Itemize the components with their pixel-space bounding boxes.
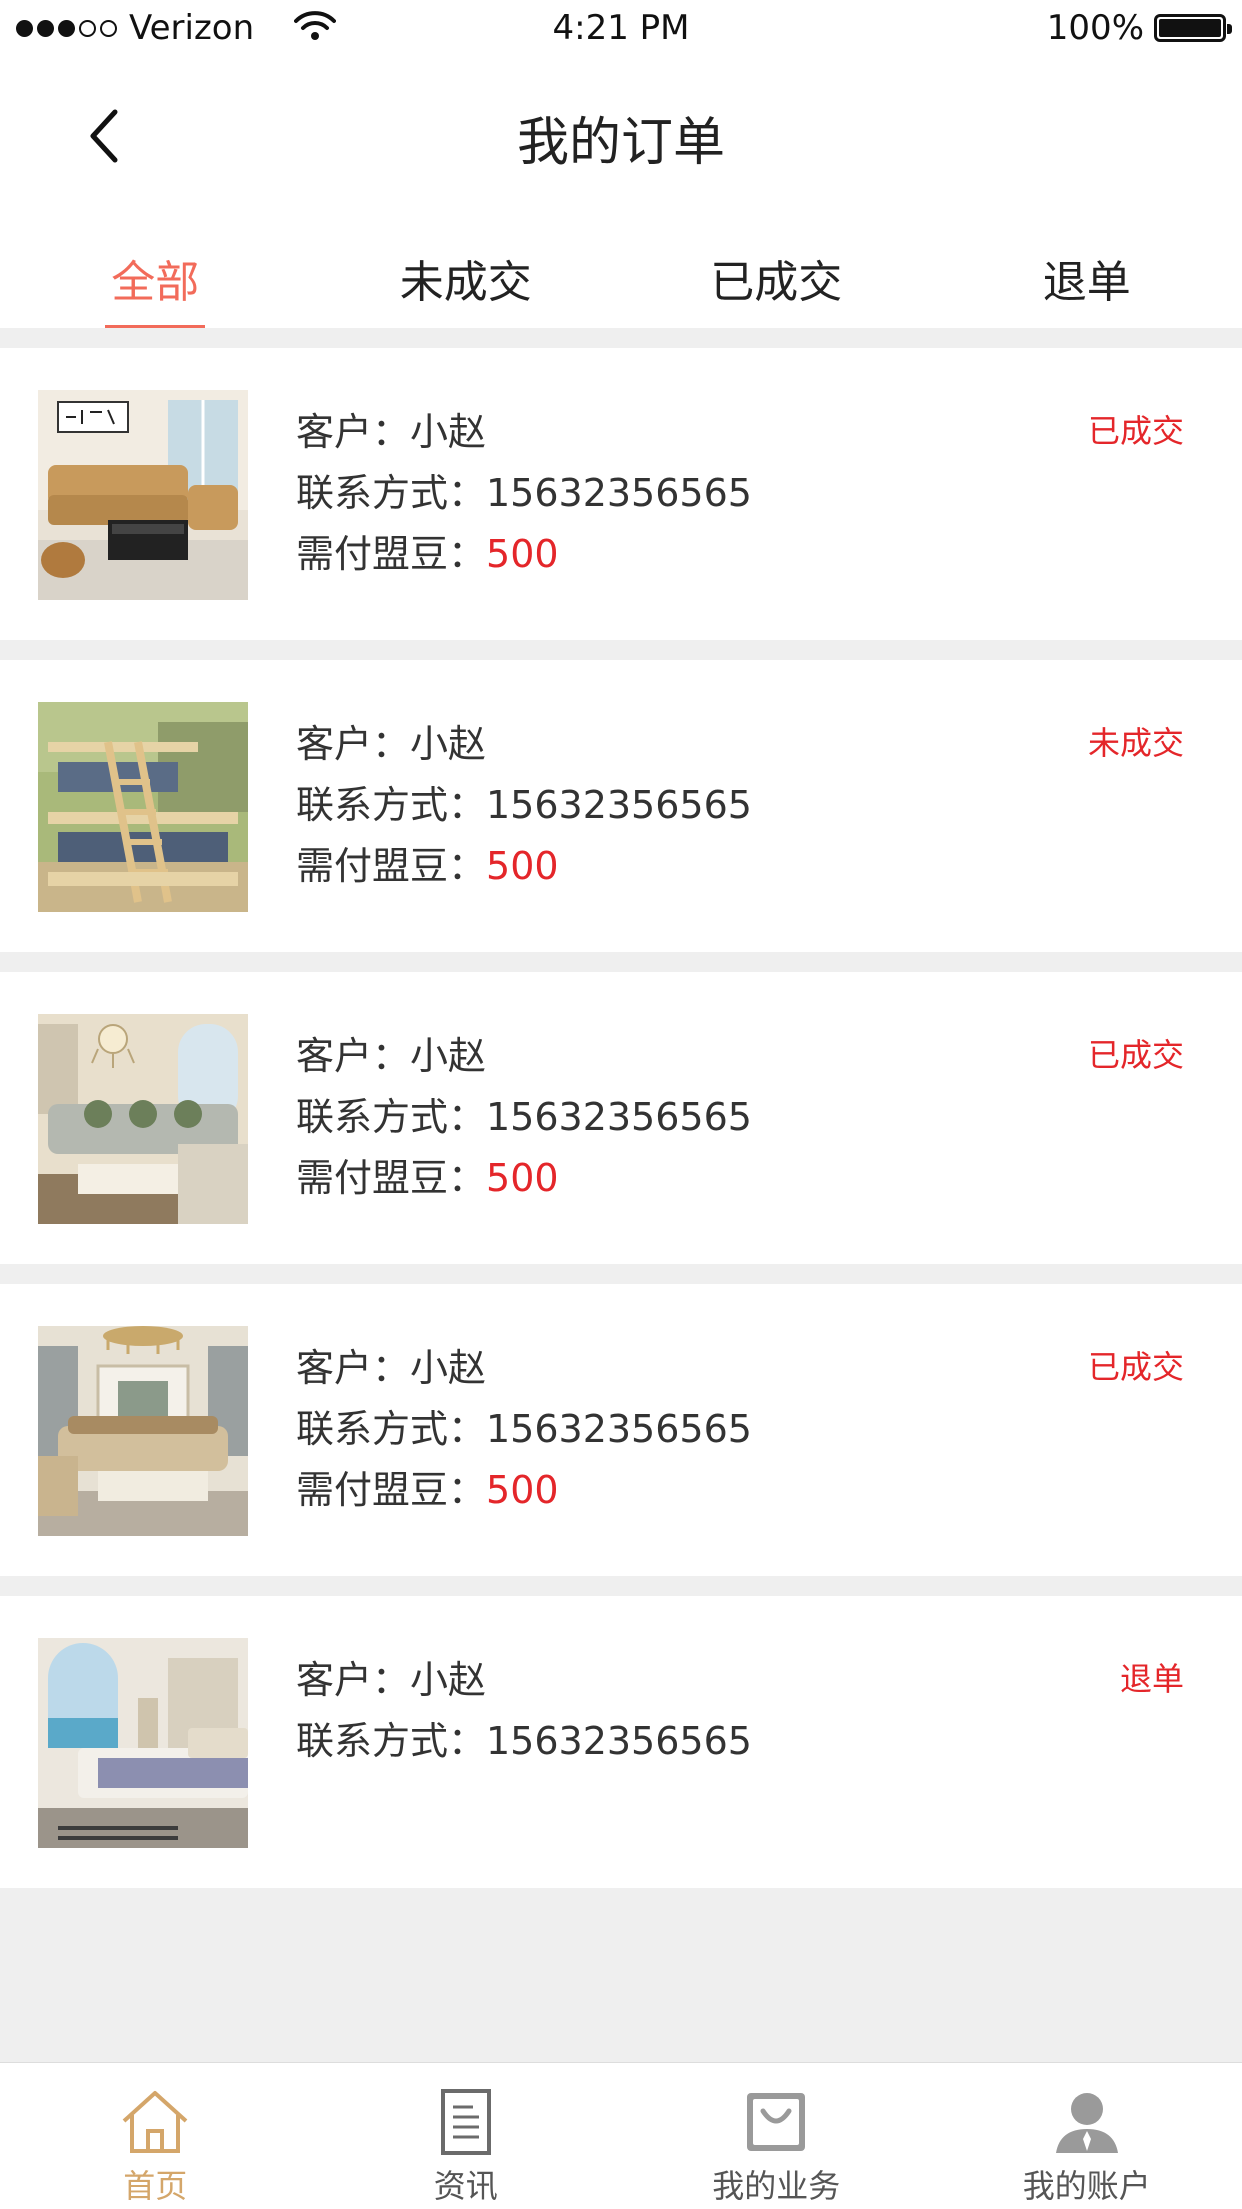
price-label: 需付盟豆： bbox=[296, 844, 486, 888]
business-bag-icon bbox=[739, 2087, 813, 2157]
tab-all[interactable]: 全部 bbox=[0, 216, 311, 328]
order-status: 已成交 bbox=[1088, 1342, 1184, 1388]
product-image bbox=[38, 1638, 248, 1848]
tab-bar-label: 资讯 bbox=[434, 2161, 498, 2207]
nav-bar: 我的订单 bbox=[0, 56, 1242, 216]
product-image bbox=[38, 1326, 248, 1536]
tab-bar-label: 首页 bbox=[123, 2161, 187, 2207]
order-item[interactable]: 客户：小赵 联系方式：15632356565 需付盟豆：500 未成交 bbox=[0, 660, 1242, 952]
contact-phone: 联系方式：15632356565 bbox=[296, 775, 752, 836]
product-image bbox=[38, 390, 248, 600]
price-label: 需付盟豆： bbox=[296, 1156, 486, 1200]
order-item[interactable]: 客户：小赵 联系方式：15632356565 需付盟豆：500 已成交 bbox=[0, 972, 1242, 1264]
order-info: 客户：小赵 联系方式：15632356565 需付盟豆：500 bbox=[296, 1338, 752, 1521]
order-status: 已成交 bbox=[1088, 406, 1184, 452]
payment-amount: 需付盟豆：500 bbox=[296, 1148, 752, 1209]
order-filter-tabs: 全部 未成交 已成交 退单 bbox=[0, 216, 1242, 328]
payment-amount: 需付盟豆：500 bbox=[296, 836, 752, 897]
order-status: 退单 bbox=[1120, 1654, 1184, 1700]
contact-phone: 联系方式：15632356565 bbox=[296, 1711, 752, 1772]
contact-phone: 联系方式：15632356565 bbox=[296, 1399, 752, 1460]
tab-bar-account[interactable]: 我的账户 bbox=[932, 2063, 1242, 2209]
price-label: 需付盟豆： bbox=[296, 1468, 486, 1512]
tab-completed[interactable]: 已成交 bbox=[621, 216, 932, 328]
tab-bar-home[interactable]: 首页 bbox=[0, 2063, 311, 2209]
tab-refund[interactable]: 退单 bbox=[932, 216, 1242, 328]
payment-amount: 需付盟豆：500 bbox=[296, 1460, 752, 1521]
price-label: 需付盟豆： bbox=[296, 532, 486, 576]
tab-bar-business[interactable]: 我的业务 bbox=[621, 2063, 932, 2209]
order-status: 已成交 bbox=[1088, 1030, 1184, 1076]
product-image bbox=[38, 1014, 248, 1224]
contact-phone: 联系方式：15632356565 bbox=[296, 463, 752, 524]
payment-amount: 需付盟豆：500 bbox=[296, 524, 752, 585]
product-image bbox=[38, 702, 248, 912]
order-info: 客户：小赵 联系方式：15632356565 需付盟豆：500 bbox=[296, 402, 752, 585]
price-value: 500 bbox=[486, 1468, 559, 1512]
customer-name: 客户：小赵 bbox=[296, 1650, 752, 1711]
customer-name: 客户：小赵 bbox=[296, 1026, 752, 1087]
order-item[interactable]: 客户：小赵 联系方式：15632356565 需付盟豆：500 已成交 bbox=[0, 1284, 1242, 1576]
home-icon bbox=[118, 2087, 192, 2157]
page-title: 我的订单 bbox=[0, 100, 1242, 175]
order-item[interactable]: 客户：小赵 联系方式：15632356565 需付盟豆：500 已成交 bbox=[0, 348, 1242, 640]
contact-phone: 联系方式：15632356565 bbox=[296, 1087, 752, 1148]
battery-icon bbox=[1154, 14, 1226, 42]
tab-bar-news[interactable]: 资讯 bbox=[311, 2063, 622, 2209]
battery-percent: 100% bbox=[1047, 8, 1144, 48]
status-bar: Verizon 4:21 PM 100% bbox=[0, 0, 1242, 56]
tab-bar-label: 我的账户 bbox=[1023, 2161, 1151, 2207]
price-value: 500 bbox=[486, 532, 559, 576]
news-icon bbox=[429, 2087, 503, 2157]
battery-info: 100% bbox=[1047, 8, 1226, 48]
order-info: 客户：小赵 联系方式：15632356565 需付盟豆：500 bbox=[296, 714, 752, 897]
tab-pending[interactable]: 未成交 bbox=[311, 216, 622, 328]
order-list: 客户：小赵 联系方式：15632356565 需付盟豆：500 已成交 bbox=[0, 348, 1242, 1908]
customer-name: 客户：小赵 bbox=[296, 714, 752, 775]
customer-name: 客户：小赵 bbox=[296, 402, 752, 463]
customer-name: 客户：小赵 bbox=[296, 1338, 752, 1399]
order-status: 未成交 bbox=[1088, 718, 1184, 764]
order-item[interactable]: 客户：小赵 联系方式：15632356565 退单 bbox=[0, 1596, 1242, 1888]
price-value: 500 bbox=[486, 1156, 559, 1200]
order-info: 客户：小赵 联系方式：15632356565 bbox=[296, 1650, 752, 1772]
account-icon bbox=[1050, 2087, 1124, 2157]
price-value: 500 bbox=[486, 844, 559, 888]
tab-bar-label: 我的业务 bbox=[712, 2161, 840, 2207]
order-info: 客户：小赵 联系方式：15632356565 需付盟豆：500 bbox=[296, 1026, 752, 1209]
bottom-tab-bar: 首页 资讯 我的业务 我的账户 bbox=[0, 2062, 1242, 2209]
